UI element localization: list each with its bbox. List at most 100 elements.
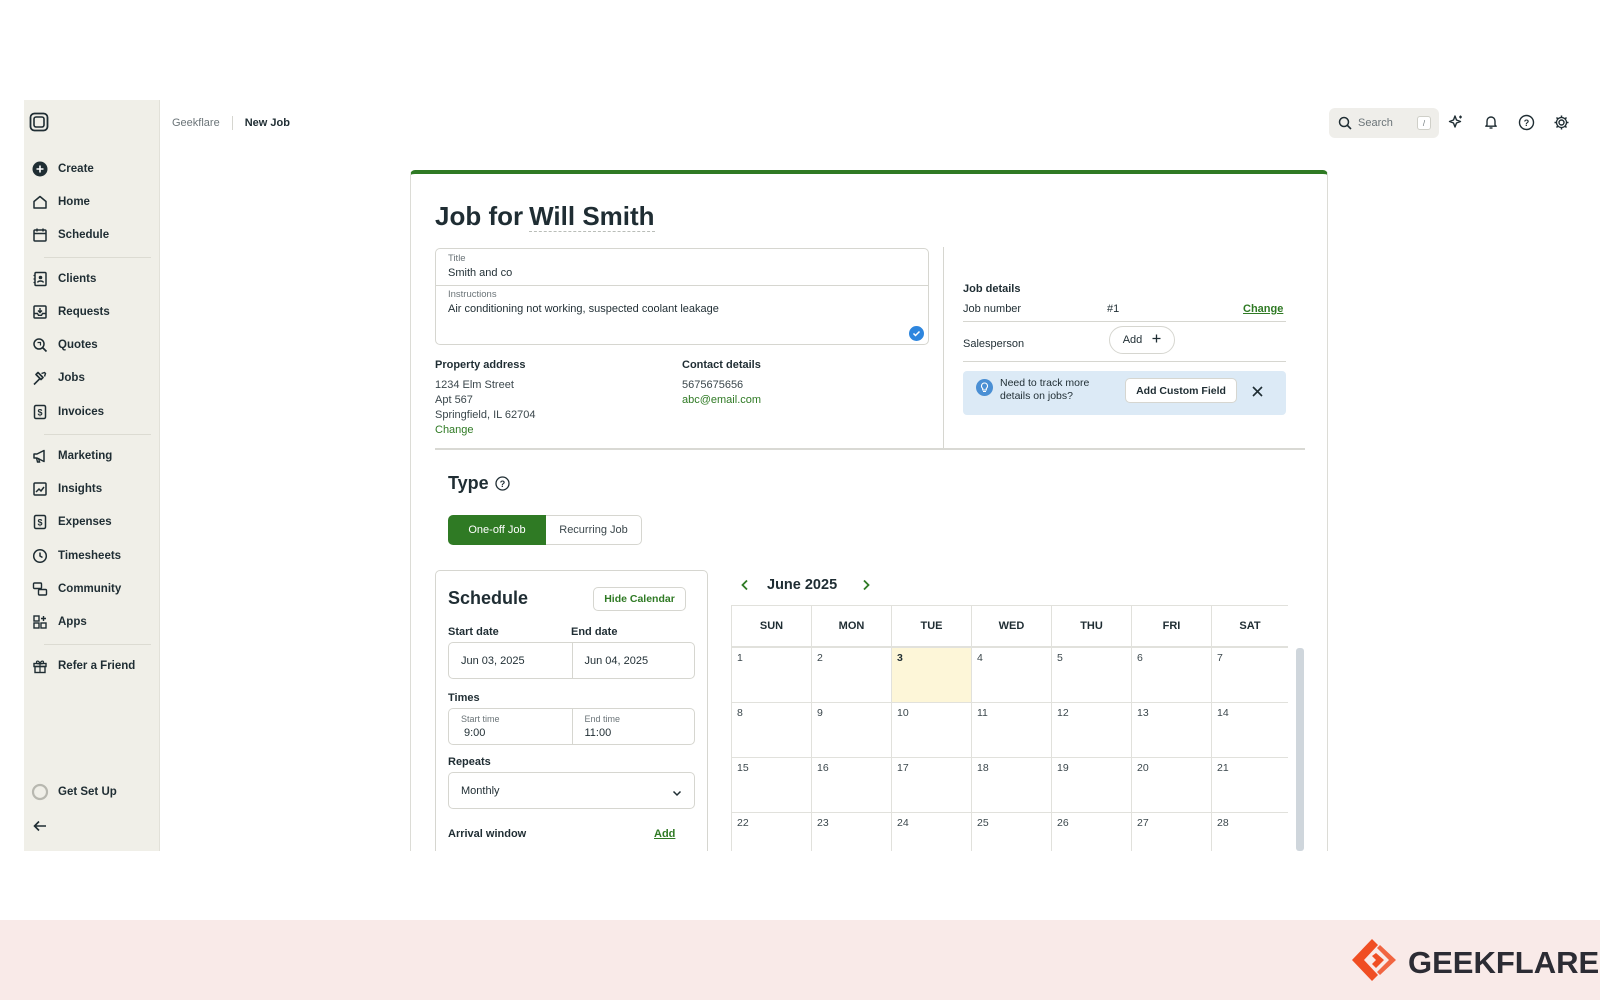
collapse-sidebar-arrow-icon[interactable] — [29, 816, 51, 836]
sidebar-item-jobs[interactable]: Jobs — [24, 363, 160, 393]
calendar-day-cell[interactable]: 24 — [891, 812, 971, 851]
schedule-panel: Schedule Hide Calendar Start date End da… — [435, 570, 708, 851]
help-circle-icon[interactable]: ? — [495, 476, 510, 491]
calendar-day-cell[interactable]: 25 — [971, 812, 1051, 851]
instructions-field[interactable]: Air conditioning not working, suspected … — [448, 303, 719, 315]
contact-email-link[interactable]: abc@email.com — [682, 394, 761, 406]
calendar-day-cell[interactable]: 9 — [811, 702, 891, 757]
calendar-day-cell[interactable]: 10 — [891, 702, 971, 757]
calendar-day-cell[interactable]: 8 — [731, 702, 811, 757]
calendar-day-cell[interactable]: 2 — [811, 647, 891, 702]
ai-sparkle-icon[interactable] — [1444, 110, 1468, 134]
calendar-day-cell[interactable]: 20 — [1131, 757, 1211, 812]
one-off-job-toggle[interactable]: One-off Job — [448, 515, 546, 545]
add-arrival-window-link[interactable]: Add — [654, 828, 675, 840]
plus-icon — [1152, 334, 1161, 346]
calendar-day-cell[interactable]: 1 — [731, 647, 811, 702]
page-title: Job for Will Smith — [435, 201, 655, 232]
change-job-number-link[interactable]: Change — [1243, 303, 1283, 315]
calendar-day-cell[interactable]: 14 — [1211, 702, 1288, 757]
bell-icon[interactable] — [1479, 110, 1503, 134]
chevron-down-icon — [672, 785, 682, 803]
gear-icon[interactable] — [1549, 110, 1573, 134]
calendar-day-number: 21 — [1217, 762, 1229, 774]
sidebar-item-home[interactable]: Home — [24, 187, 160, 217]
sidebar-item-schedule[interactable]: Schedule — [24, 220, 160, 250]
title-field[interactable]: Smith and co — [448, 267, 512, 279]
sidebar-item-insights[interactable]: Insights — [24, 474, 160, 504]
details-divider — [963, 361, 1286, 362]
end-time-input[interactable]: End time 11:00 — [571, 709, 695, 744]
type-heading: Type ? — [448, 473, 510, 494]
sidebar-item-label: Requests — [58, 306, 110, 318]
previous-month-icon[interactable] — [736, 577, 752, 593]
calendar-day-number: 12 — [1057, 707, 1069, 719]
calendar-scrollbar[interactable] — [1296, 648, 1304, 851]
calendar-day-cell[interactable]: 18 — [971, 757, 1051, 812]
calendar-day-cell[interactable]: 26 — [1051, 812, 1131, 851]
sidebar-item-refer-a-friend[interactable]: Refer a Friend — [24, 651, 160, 681]
calendar-day-cell[interactable]: 22 — [731, 812, 811, 851]
sidebar-item-marketing[interactable]: Marketing — [24, 441, 160, 471]
sidebar-item-apps[interactable]: Apps — [24, 607, 160, 637]
calendar-day-number: 3 — [897, 652, 903, 664]
calendar-day-cell[interactable]: 17 — [891, 757, 971, 812]
sidebar-item-get-set-up[interactable]: Get Set Up — [24, 777, 160, 807]
calendar-day-cell[interactable]: 7 — [1211, 647, 1288, 702]
calendar-day-cell[interactable]: 12 — [1051, 702, 1131, 757]
sidebar-item-requests[interactable]: Requests — [24, 297, 160, 327]
address-line: Apt 567 — [435, 394, 473, 406]
calendar-day-number: 23 — [817, 817, 829, 829]
apps-icon — [28, 614, 52, 630]
repeats-select[interactable]: Monthly — [448, 772, 695, 809]
calendar-day-cell[interactable]: 27 — [1131, 812, 1211, 851]
sidebar-item-clients[interactable]: Clients — [24, 264, 160, 294]
close-icon[interactable] — [1247, 381, 1267, 401]
sidebar-item-quotes[interactable]: Quotes — [24, 330, 160, 360]
end-date-value: Jun 04, 2025 — [584, 655, 649, 667]
sidebar-item-label: Marketing — [58, 450, 113, 462]
sidebar-item-invoices[interactable]: $ Invoices — [24, 397, 160, 427]
calendar-day-cell[interactable]: 28 — [1211, 812, 1288, 851]
calendar-day-cell[interactable]: 19 — [1051, 757, 1131, 812]
calendar-day-cell[interactable]: 6 — [1131, 647, 1211, 702]
sidebar-item-community[interactable]: Community — [24, 574, 160, 604]
breadcrumb-current: New Job — [244, 117, 290, 129]
sidebar-item-label: Quotes — [58, 339, 98, 351]
calendar-day-cell[interactable]: 23 — [811, 812, 891, 851]
help-icon[interactable]: ? — [1514, 110, 1538, 134]
breadcrumb-root-link[interactable]: Geekflare — [172, 117, 220, 129]
app-logo-icon[interactable] — [29, 112, 49, 132]
calendar-day-number: 22 — [737, 817, 749, 829]
calendar-day-cell[interactable]: 4 — [971, 647, 1051, 702]
recurring-job-toggle[interactable]: Recurring Job — [546, 515, 642, 545]
hide-calendar-button[interactable]: Hide Calendar — [593, 587, 686, 611]
calendar-day-cell[interactable]: 16 — [811, 757, 891, 812]
salesperson-label: Salesperson — [963, 338, 1025, 350]
calendar-day-cell[interactable]: 13 — [1131, 702, 1211, 757]
add-salesperson-button[interactable]: Add — [1109, 326, 1175, 354]
calendar-day-cell[interactable]: 5 — [1051, 647, 1131, 702]
sidebar-item-timesheets[interactable]: Timesheets — [24, 541, 160, 571]
end-time-label: End time — [584, 714, 621, 724]
start-time-input[interactable]: Start time 9:00 — [449, 709, 572, 744]
next-month-icon[interactable] — [858, 577, 874, 593]
sidebar-item-create[interactable]: Create — [24, 154, 160, 184]
change-address-link[interactable]: Change — [435, 424, 474, 436]
start-date-input[interactable]: Jun 03, 2025 — [449, 643, 572, 678]
schedule-title: Schedule — [448, 588, 529, 608]
instructions-field-label: Instructions — [448, 289, 497, 300]
calendar-day-cell[interactable]: 11 — [971, 702, 1051, 757]
calendar-month-title: June 2025 — [767, 577, 838, 593]
sidebar-item-expenses[interactable]: $ Expenses — [24, 507, 160, 537]
calendar-day-cell[interactable]: 21 — [1211, 757, 1288, 812]
svg-text:?: ? — [1523, 118, 1529, 128]
calendar-day-cell[interactable]: 3 — [891, 647, 971, 702]
search-input[interactable]: Search / — [1329, 108, 1439, 138]
add-custom-field-button[interactable]: Add Custom Field — [1125, 378, 1237, 403]
end-date-input[interactable]: Jun 04, 2025 — [571, 643, 695, 678]
calendar-day-number: 6 — [1137, 652, 1143, 664]
client-name-link[interactable]: Will Smith — [529, 201, 655, 232]
calendar-day-number: 28 — [1217, 817, 1229, 829]
calendar-day-cell[interactable]: 15 — [731, 757, 811, 812]
